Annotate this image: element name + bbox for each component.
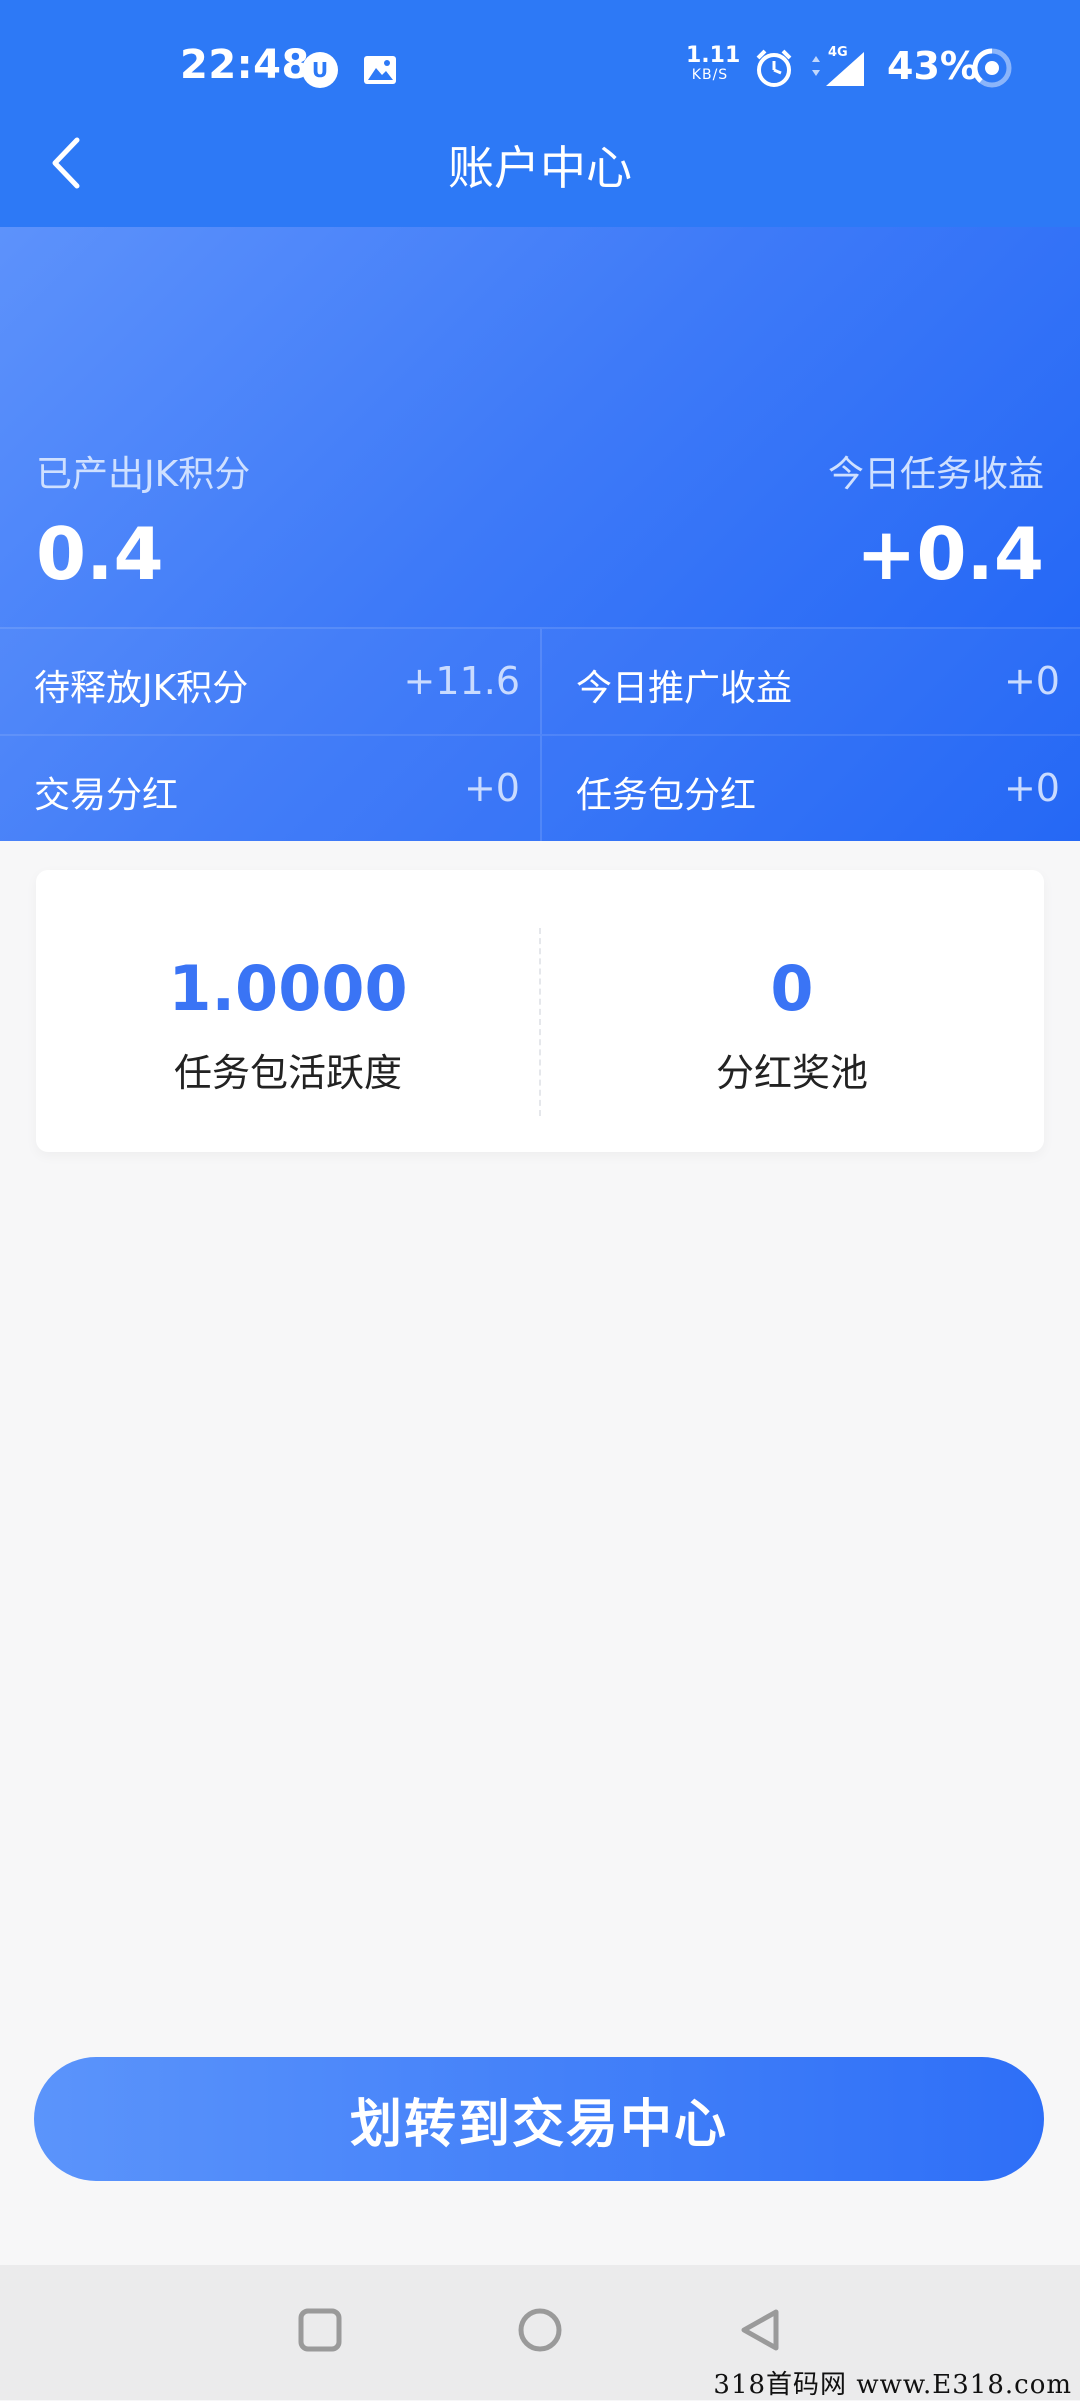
network-speed: 1.11 KB/S [686,43,741,84]
activity-label: 任务包活跃度 [173,1051,402,1095]
cell-value: +0 [1003,766,1060,810]
activity-stat: 1.0000 任务包活跃度 [36,870,540,1152]
app-notification-icon: U [300,50,340,90]
cell-label: 交易分红 [34,775,179,816]
top-bar: 22:48 U 1.11 KB/S 4G 43% 账户中心 [0,0,1080,227]
network-speed-unit: KB/S [691,67,729,83]
trade-dividend-cell: 交易分红 +0 [0,734,540,841]
network-speed-value: 1.11 [686,43,741,68]
back-nav-button[interactable] [730,2300,790,2360]
status-time: 22:48 [180,42,310,88]
cell-value: +0 [1003,659,1060,703]
svg-text:U: U [312,58,328,82]
today-task-earnings-value: +0.4 [856,512,1044,596]
watermark-text: 318首码网 www.E318.com [713,2370,1072,2400]
activity-value: 1.0000 [168,952,408,1025]
battery-ring-icon [970,46,1014,90]
recent-apps-button[interactable] [290,2300,350,2360]
dividend-pool-value: 0 [770,952,814,1025]
image-icon [360,50,400,90]
cell-value: +0 [463,766,520,810]
dividend-pool-stat: 0 分红奖池 [540,870,1044,1152]
triangle-back-icon [741,2309,779,2351]
pending-release-points-cell: 待释放JK积分 +11.6 [0,627,540,734]
stats-card: 1.0000 任务包活跃度 0 分红奖池 [36,870,1044,1152]
earnings-summary: 已产出JK积分 今日任务收益 0.4 +0.4 待释放JK积分 +11.6 今日… [0,227,1080,841]
page-title: 账户中心 [448,141,632,195]
alarm-clock-icon [752,46,796,90]
transfer-to-trading-center-button[interactable]: 划转到交易中心 [34,2057,1044,2181]
task-package-dividend-cell: 任务包分红 +0 [540,734,1080,841]
battery-percent: 43% [887,44,978,88]
mobile-signal-icon: 4G [808,44,868,90]
cell-label: 今日推广收益 [576,668,793,709]
cell-label: 任务包分红 [576,775,757,816]
today-task-earnings-label: 今日任务收益 [827,454,1044,495]
earnings-grid: 待释放JK积分 +11.6 今日推广收益 +0 交易分红 +0 任务包分红 +0 [0,627,1080,841]
home-button[interactable] [510,2300,570,2360]
produced-points-value: 0.4 [36,512,164,596]
produced-points-label: 已产出JK积分 [36,454,251,495]
today-promotion-earnings-cell: 今日推广收益 +0 [540,627,1080,734]
dividend-pool-label: 分红奖池 [715,1051,868,1095]
circle-icon [518,2308,562,2352]
square-icon [298,2308,342,2352]
network-type-label: 4G [828,45,848,60]
status-bar: 22:48 U 1.11 KB/S 4G 43% [0,0,1080,136]
cell-value: +11.6 [403,659,520,703]
cell-label: 待释放JK积分 [34,668,249,709]
